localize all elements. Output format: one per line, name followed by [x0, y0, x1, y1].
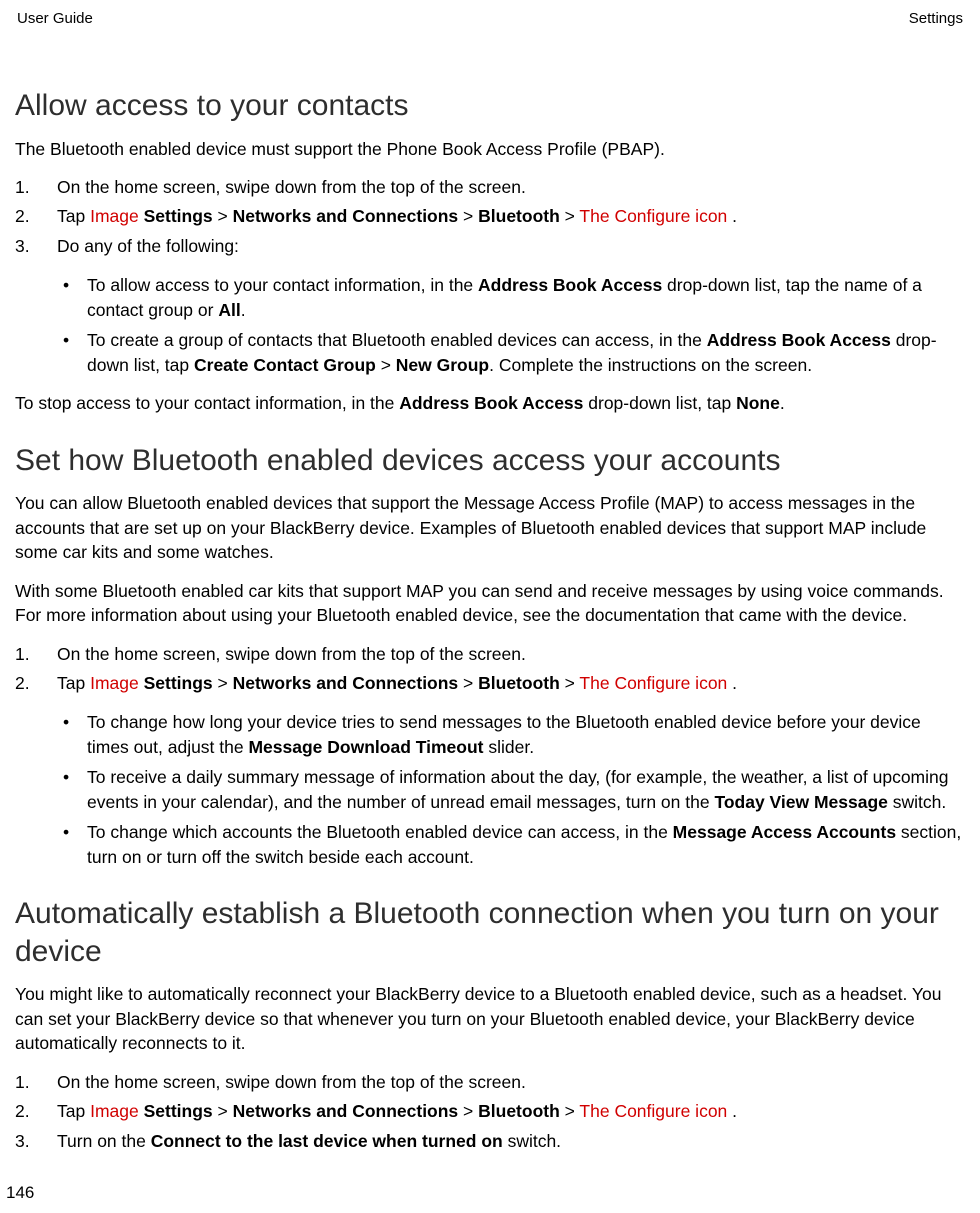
section1-title: Allow access to your contacts — [15, 87, 965, 125]
section1-intro: The Bluetooth enabled device must suppor… — [15, 137, 965, 162]
section2-steps: On the home screen, swipe down from the … — [15, 642, 965, 697]
image-placeholder: Image — [90, 206, 139, 226]
image-placeholder: Image — [90, 1101, 139, 1121]
section2-step2: Tap Image Settings > Networks and Connec… — [15, 671, 965, 696]
configure-icon-text: The Configure icon — [579, 206, 732, 226]
section1-steps: On the home screen, swipe down from the … — [15, 175, 965, 259]
section-allow-access: Allow access to your contacts The Blueto… — [15, 87, 965, 416]
section3-step2: Tap Image Settings > Networks and Connec… — [15, 1099, 965, 1124]
section2-bullet1: To change how long your device tries to … — [15, 710, 965, 759]
section2-bullets: To change how long your device tries to … — [15, 710, 965, 869]
section1-step3: Do any of the following: — [15, 234, 965, 259]
configure-icon-text: The Configure icon — [579, 1101, 732, 1121]
section2-title: Set how Bluetooth enabled devices access… — [15, 442, 965, 480]
section3-steps: On the home screen, swipe down from the … — [15, 1070, 965, 1154]
section-auto-connect: Automatically establish a Bluetooth conn… — [15, 895, 965, 1154]
section2-para1: You can allow Bluetooth enabled devices … — [15, 491, 965, 565]
page-header: User Guide Settings — [15, 10, 965, 27]
section1-bullet1: To allow access to your contact informat… — [15, 273, 965, 322]
image-placeholder: Image — [90, 673, 139, 693]
section3-step3: Turn on the Connect to the last device w… — [15, 1129, 965, 1154]
configure-icon-text: The Configure icon — [579, 673, 732, 693]
section-bluetooth-accounts: Set how Bluetooth enabled devices access… — [15, 442, 965, 870]
section1-outro: To stop access to your contact informati… — [15, 391, 965, 416]
section2-para2: With some Bluetooth enabled car kits tha… — [15, 579, 965, 628]
section3-para1: You might like to automatically reconnec… — [15, 982, 965, 1056]
section3-title: Automatically establish a Bluetooth conn… — [15, 895, 965, 970]
header-right: Settings — [909, 10, 963, 27]
section1-step1: On the home screen, swipe down from the … — [15, 175, 965, 200]
section3-step1: On the home screen, swipe down from the … — [15, 1070, 965, 1095]
section2-bullet3: To change which accounts the Bluetooth e… — [15, 820, 965, 869]
page-number: 146 — [6, 1183, 34, 1203]
section2-bullet2: To receive a daily summary message of in… — [15, 765, 965, 814]
header-left: User Guide — [17, 10, 93, 27]
section1-bullets: To allow access to your contact informat… — [15, 273, 965, 377]
section1-bullet2: To create a group of contacts that Bluet… — [15, 328, 965, 377]
section2-step1: On the home screen, swipe down from the … — [15, 642, 965, 667]
section1-step2: Tap Image Settings > Networks and Connec… — [15, 204, 965, 229]
